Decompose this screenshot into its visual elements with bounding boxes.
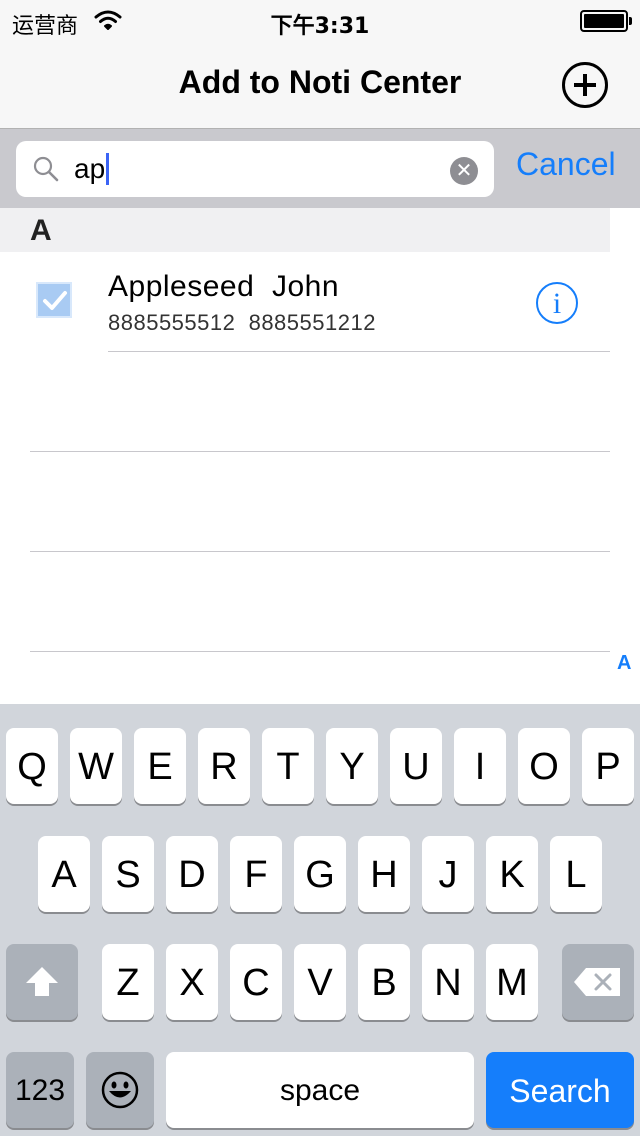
numbers-key[interactable]: 123: [6, 1052, 74, 1128]
key-v[interactable]: V: [294, 944, 346, 1020]
shift-key[interactable]: [6, 944, 78, 1020]
info-icon[interactable]: i: [536, 282, 578, 324]
row-separator: [30, 651, 610, 652]
section-index-a[interactable]: A: [617, 652, 631, 675]
key-j[interactable]: J: [422, 836, 474, 912]
key-i[interactable]: I: [454, 728, 506, 804]
row-separator: [30, 551, 610, 552]
search-key[interactable]: Search: [486, 1052, 634, 1128]
key-x[interactable]: X: [166, 944, 218, 1020]
key-d[interactable]: D: [166, 836, 218, 912]
emoji-key[interactable]: [86, 1052, 154, 1128]
key-k[interactable]: K: [486, 836, 538, 912]
page-title: Add to Noti Center: [178, 64, 462, 100]
checkbox-checked-icon[interactable]: [36, 282, 72, 318]
text-cursor: [106, 153, 110, 185]
key-u[interactable]: U: [390, 728, 442, 804]
key-g[interactable]: G: [294, 836, 346, 912]
row-separator: [108, 351, 610, 352]
battery-icon: [580, 10, 632, 32]
space-key[interactable]: space: [166, 1052, 474, 1128]
add-button[interactable]: [562, 62, 608, 108]
key-b[interactable]: B: [358, 944, 410, 1020]
key-t[interactable]: T: [262, 728, 314, 804]
key-m[interactable]: M: [486, 944, 538, 1020]
key-f[interactable]: F: [230, 836, 282, 912]
status-bar: 运营商 下午3:31: [0, 0, 640, 40]
key-n[interactable]: N: [422, 944, 474, 1020]
key-c[interactable]: C: [230, 944, 282, 1020]
key-a[interactable]: A: [38, 836, 90, 912]
key-w[interactable]: W: [70, 728, 122, 804]
keyboard: Q W E R T Y U I O P A S D F G H J K L Z …: [0, 704, 640, 1136]
search-query: ap: [74, 153, 110, 185]
contact-name: Appleseed John: [108, 270, 340, 303]
shift-icon: [26, 967, 58, 996]
contact-phones: 8885555512 8885551212: [108, 310, 376, 335]
navigation-bar: 运营商 下午3:31 Add to Noti Center: [0, 0, 640, 128]
contact-row[interactable]: Appleseed John 8885555512 8885551212 i: [0, 252, 640, 352]
row-separator: [30, 451, 610, 452]
key-l[interactable]: L: [550, 836, 602, 912]
key-s[interactable]: S: [102, 836, 154, 912]
section-header: A: [0, 208, 610, 252]
key-o[interactable]: O: [518, 728, 570, 804]
cancel-button[interactable]: Cancel: [516, 146, 616, 183]
key-e[interactable]: E: [134, 728, 186, 804]
search-icon: [33, 156, 59, 182]
status-time: 下午3:31: [270, 14, 370, 39]
clear-icon[interactable]: ✕: [450, 157, 478, 185]
key-h[interactable]: H: [358, 836, 410, 912]
section-header-label: A: [30, 214, 52, 247]
key-r[interactable]: R: [198, 728, 250, 804]
key-y[interactable]: Y: [326, 728, 378, 804]
key-q[interactable]: Q: [6, 728, 58, 804]
delete-key[interactable]: [562, 944, 634, 1020]
key-z[interactable]: Z: [102, 944, 154, 1020]
emoji-icon: [101, 1071, 139, 1109]
search-input[interactable]: ap ✕: [16, 141, 494, 197]
key-p[interactable]: P: [582, 728, 634, 804]
backspace-icon: [574, 968, 620, 996]
